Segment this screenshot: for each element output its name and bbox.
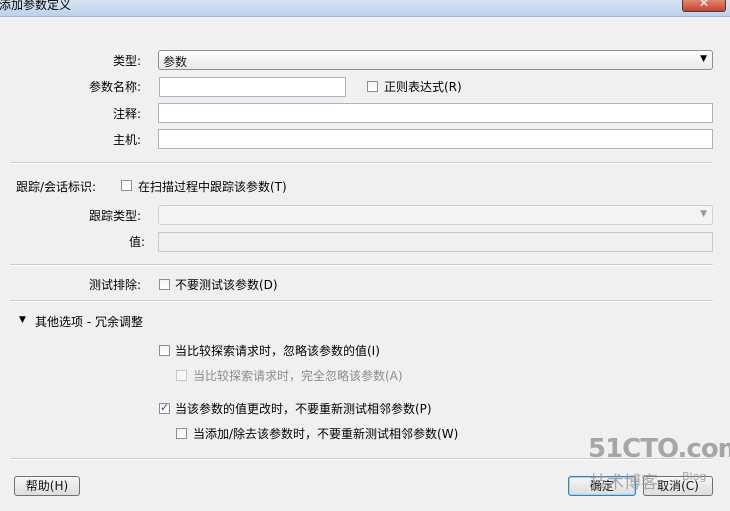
track-param-checkbox[interactable]: [121, 180, 132, 191]
host-label: 主机:: [113, 133, 142, 147]
exclude-checkbox-label[interactable]: 不要测试该参数(D): [175, 276, 278, 293]
help-button[interactable]: 帮助(H): [14, 476, 80, 496]
host-input[interactable]: [158, 129, 713, 149]
type-select[interactable]: 参数 ▼: [158, 50, 713, 70]
regex-checkbox[interactable]: [367, 81, 378, 92]
exclude-checkbox[interactable]: [159, 279, 170, 290]
param-name-label: 参数名称:: [89, 80, 142, 94]
tracking-label: 跟踪/会话标识:: [16, 180, 97, 194]
window-title: 添加参数定义: [0, 0, 72, 12]
watermark-logo: 51CTO.com: [588, 434, 730, 464]
title-bar: 添加参数定义 ✕: [0, 0, 730, 17]
no-retest-on-add-remove-label[interactable]: 当添加/除去该参数时，不要重新测试相邻参数(W): [193, 425, 458, 442]
ignore-param-label[interactable]: 当比较探索请求时，完全忽略该参数(A): [193, 367, 403, 384]
comment-label: 注释:: [113, 107, 142, 121]
track-param-label[interactable]: 在扫描过程中跟踪该参数(T): [138, 178, 287, 195]
value-input[interactable]: [158, 232, 713, 252]
separator: [10, 300, 713, 302]
exclude-label: 测试排除:: [89, 278, 142, 292]
close-button[interactable]: ✕: [682, 0, 726, 12]
chevron-down-icon: ▼: [700, 209, 707, 219]
other-options-header[interactable]: 其他选项 - 冗余调整: [35, 313, 143, 330]
tracking-type-label: 跟踪类型:: [89, 209, 142, 223]
type-select-value: 参数: [163, 55, 188, 69]
no-retest-on-change-checkbox[interactable]: [159, 401, 170, 414]
ignore-value-checkbox[interactable]: [159, 345, 170, 356]
regex-label[interactable]: 正则表达式(R): [384, 78, 462, 95]
ignore-param-checkbox[interactable]: [176, 370, 187, 381]
ignore-value-label[interactable]: 当比较探索请求时，忽略该参数的值(I): [175, 342, 380, 359]
separator: [10, 264, 713, 266]
separator: [10, 162, 713, 164]
comment-input[interactable]: [158, 103, 713, 123]
type-label: 类型:: [113, 54, 142, 68]
no-retest-on-change-label[interactable]: 当该参数的值更改时，不要重新测试相邻参数(P): [175, 400, 432, 417]
tracking-type-select[interactable]: ▼: [158, 205, 713, 225]
chevron-down-icon: ▼: [700, 54, 707, 64]
value-label: 值:: [129, 235, 146, 249]
watermark-blog: Blog: [682, 470, 707, 483]
watermark-text: 技术博客: [590, 473, 658, 493]
param-name-input[interactable]: [159, 77, 346, 97]
expand-triangle-icon[interactable]: ▼: [19, 315, 26, 325]
no-retest-on-add-remove-checkbox[interactable]: [176, 428, 187, 439]
